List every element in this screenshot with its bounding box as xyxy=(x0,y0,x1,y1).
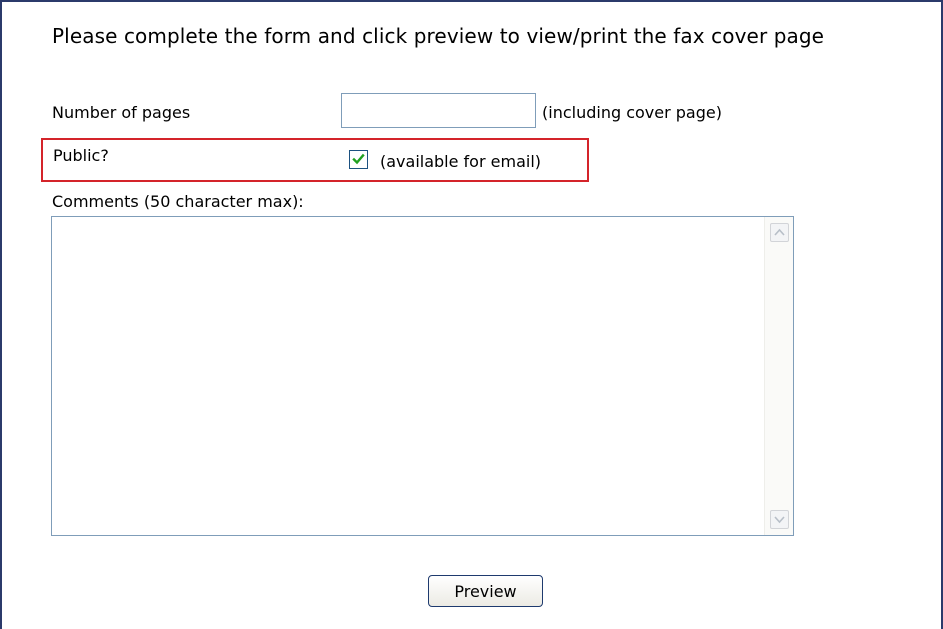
public-hint: (available for email) xyxy=(380,152,541,171)
scroll-down-arrow-icon xyxy=(774,516,785,524)
scroll-up-arrow-icon xyxy=(774,228,785,236)
form-instructions: Please complete the form and click previ… xyxy=(52,24,825,48)
number-of-pages-input[interactable] xyxy=(341,93,536,128)
public-label: Public? xyxy=(53,146,109,165)
comments-field xyxy=(51,216,794,536)
preview-button[interactable]: Preview xyxy=(428,575,543,607)
comments-scrollbar[interactable] xyxy=(764,217,793,535)
comments-label: Comments (50 character max): xyxy=(52,192,304,211)
check-icon xyxy=(352,153,365,165)
scroll-down-button[interactable] xyxy=(770,510,789,529)
scroll-up-button[interactable] xyxy=(770,223,789,242)
comments-textarea[interactable] xyxy=(52,217,764,535)
number-of-pages-label: Number of pages xyxy=(52,103,191,122)
number-of-pages-hint: (including cover page) xyxy=(542,103,722,122)
public-checkbox[interactable] xyxy=(349,150,368,169)
